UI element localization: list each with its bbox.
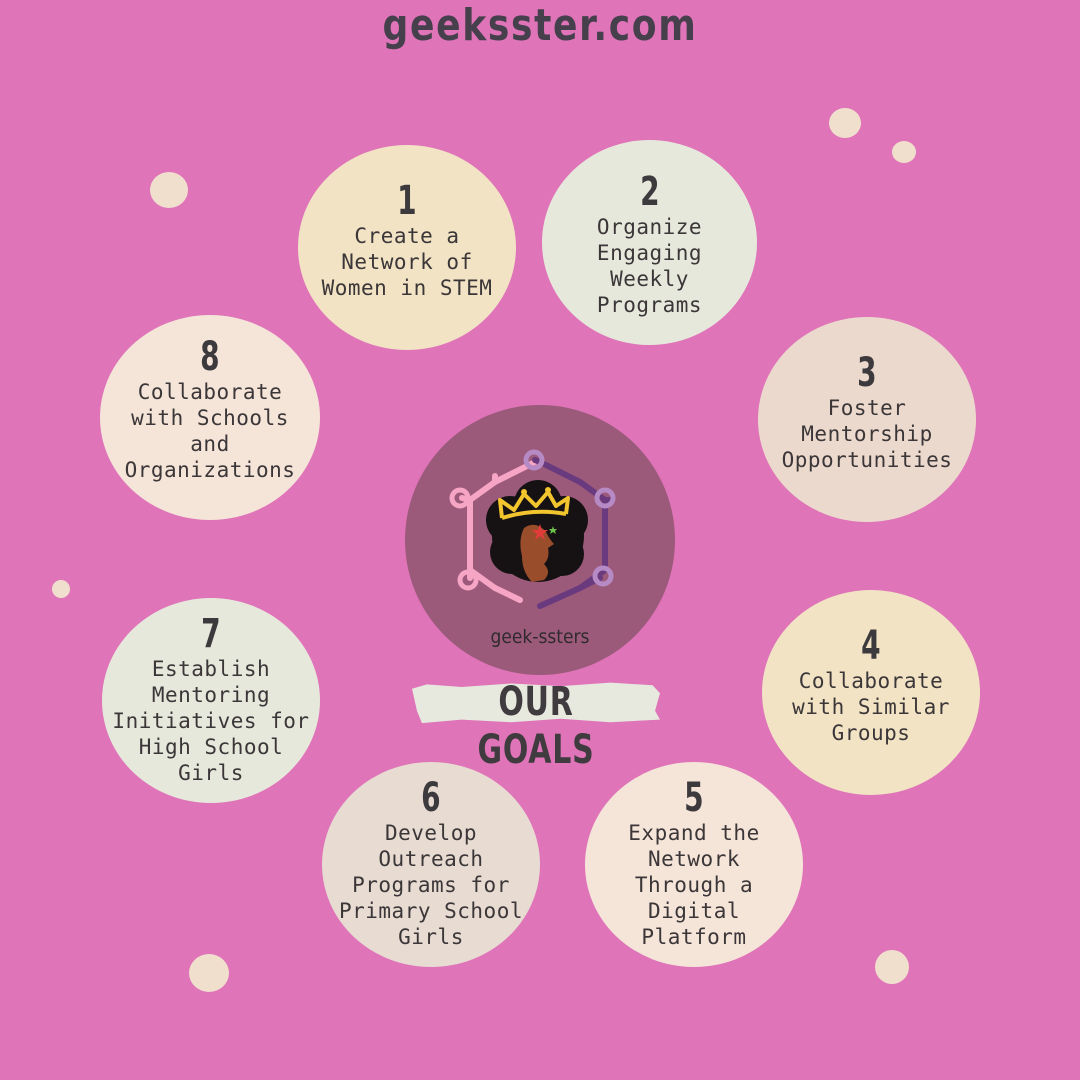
logo-icon <box>449 449 616 609</box>
goal-number: 1 <box>397 178 417 224</box>
goal-text: Foster Mentorship Opportunities <box>781 396 953 472</box>
decor-dot <box>829 108 861 138</box>
goal-card-1: 1 Create a Network of Women in STEM <box>298 145 516 350</box>
goal-text: Establish Mentoring Initiatives for High… <box>112 657 310 785</box>
decor-dot <box>189 954 229 992</box>
decor-dot <box>150 172 188 208</box>
goal-text: Create a Network of Women in STEM <box>321 224 493 300</box>
decor-dot <box>892 141 916 163</box>
goal-number: 3 <box>857 350 877 396</box>
goal-number: 7 <box>201 611 221 657</box>
goal-number: 6 <box>421 775 441 821</box>
goal-text: Collaborate with Similar Groups <box>792 669 950 745</box>
goal-text: Organize Engaging Weekly Programs <box>596 215 703 317</box>
brand-name: geek-ssters <box>490 626 590 648</box>
site-title: geeksster.com <box>382 0 698 51</box>
goal-card-6: 6 Develop Outreach Programs for Primary … <box>322 762 540 967</box>
goal-number: 4 <box>861 623 881 669</box>
goal-number: 5 <box>684 775 704 821</box>
goal-card-8: 8 Collaborate with Schools and Organizat… <box>100 315 320 520</box>
goal-number: 2 <box>639 169 660 215</box>
goal-card-5: 5 Expand the Network Through a Digital P… <box>585 762 803 967</box>
decor-dot <box>875 950 909 984</box>
decor-dot <box>52 580 70 598</box>
goal-text: Collaborate with Schools and Organizatio… <box>124 380 296 482</box>
goal-number: 8 <box>200 334 220 380</box>
goal-text: Expand the Network Through a Digital Pla… <box>628 821 760 949</box>
goal-card-3: 3 Foster Mentorship Opportunities <box>758 317 976 522</box>
goal-card-4: 4 Collaborate with Similar Groups <box>762 590 980 795</box>
goal-card-7: 7 Establish Mentoring Initiatives for Hi… <box>102 598 320 803</box>
goal-text: Develop Outreach Programs for Primary Sc… <box>338 821 523 949</box>
goal-card-2: 2 Organize Engaging Weekly Programs <box>542 140 757 345</box>
goals-heading: OUR GOALS <box>477 679 595 773</box>
